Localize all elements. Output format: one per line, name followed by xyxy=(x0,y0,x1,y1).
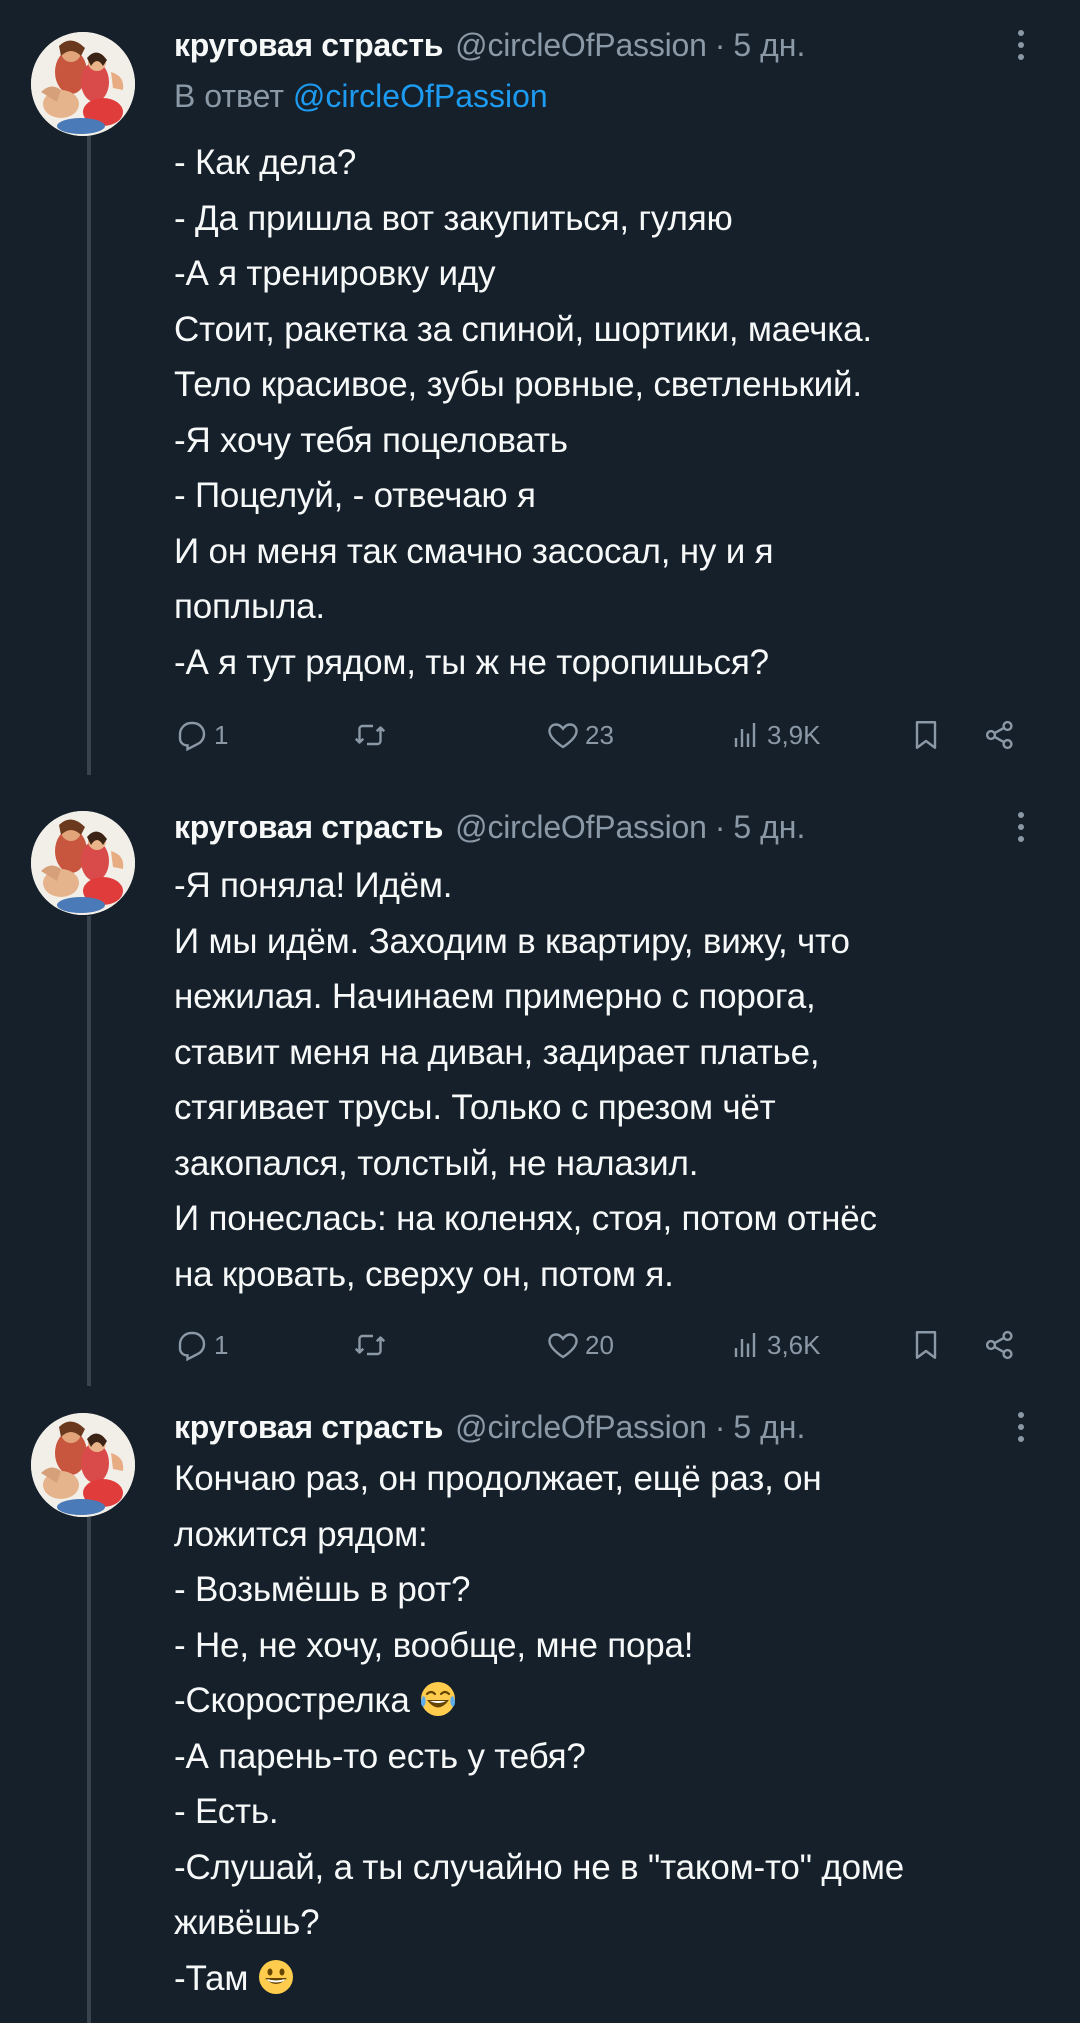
text-line: на кровать, сверху он, потом я. xyxy=(174,1254,674,1294)
author-handle[interactable]: @circleOfPassion xyxy=(455,809,707,846)
reply-button[interactable]: 1 xyxy=(174,1325,228,1365)
text-line: И он меня так смачно засосал, ну и я xyxy=(174,531,774,571)
text-line: Кончаю раз, он продолжает, ещё раз, он xyxy=(174,1459,822,1498)
separator-dot: · xyxy=(714,26,726,63)
text-line: ставит меня на диван, задирает платье, xyxy=(174,1032,820,1072)
tweet-header: круговая страсть @circleOfPassion · 5 дн… xyxy=(174,1402,1080,1452)
like-count: 20 xyxy=(585,1329,614,1360)
retweet-icon xyxy=(354,724,386,746)
reply-context: В ответ @circleOfPassion xyxy=(174,78,548,115)
face-with-tears-of-joy-icon xyxy=(420,1682,455,1716)
share-icon xyxy=(985,1330,1013,1360)
tweet[interactable]: круговая страсть @circleOfPassion · 5 дн… xyxy=(0,1390,1080,2023)
text-line: -Там xyxy=(174,1951,1034,2007)
avatar[interactable] xyxy=(31,1413,135,1517)
action-bar: 1 20 3,6K xyxy=(174,1325,1034,1365)
timestamp[interactable]: 5 дн. xyxy=(733,809,805,846)
retweet-icon xyxy=(354,1334,386,1356)
bookmark-icon xyxy=(915,1331,937,1359)
text-line: нежилая. Начинаем примерно с порога, xyxy=(174,977,816,1016)
bookmark-icon xyxy=(915,721,937,749)
text-line: -Я хочу тебя поцеловать xyxy=(174,420,568,460)
text-line: - Как дела? xyxy=(174,143,357,182)
tweet-text: - Как дела? - Да пришла вот закупиться, … xyxy=(174,135,1034,690)
tweet-header: круговая страсть @circleOfPassion · 5 дн… xyxy=(174,20,1080,70)
tweet[interactable]: круговая страсть @circleOfPassion · 5 дн… xyxy=(0,0,1080,790)
timestamp[interactable]: 5 дн. xyxy=(733,1409,805,1446)
views-button[interactable]: 3,9K xyxy=(727,715,821,755)
like-button[interactable]: 23 xyxy=(545,715,614,755)
retweet-button[interactable] xyxy=(352,1325,388,1365)
text-segment: -Скорострелка xyxy=(174,1681,410,1720)
more-icon[interactable] xyxy=(1016,1407,1026,1447)
text-line: -А я тут рядом, ты ж не торопишься? xyxy=(174,642,769,682)
grinning-face-icon xyxy=(259,1959,294,1994)
tweet-text: Кончаю раз, он продолжает, ещё раз, он л… xyxy=(174,1451,1034,2006)
reply-count: 1 xyxy=(214,719,229,750)
text-line: живёшь? xyxy=(174,1903,320,1942)
views-button[interactable]: 3,6K xyxy=(727,1325,821,1365)
text-line: -Я поняла! Идём. xyxy=(174,866,453,905)
retweet-button[interactable] xyxy=(352,715,388,755)
more-icon[interactable] xyxy=(1016,25,1026,65)
bookmark-button[interactable] xyxy=(908,715,944,755)
reply-icon xyxy=(178,721,206,752)
reply-count: 1 xyxy=(214,1329,229,1360)
author-handle[interactable]: @circleOfPassion xyxy=(455,27,707,64)
reply-button[interactable]: 1 xyxy=(174,715,228,755)
tweet-text: -Я поняла! Идём. И мы идём. Заходим в кв… xyxy=(174,858,1034,1302)
action-bar: 1 23 3,9K xyxy=(174,715,1034,755)
text-line: - Возьмёшь в рот? xyxy=(174,1570,471,1609)
heart-icon xyxy=(548,1333,578,1359)
avatar[interactable] xyxy=(31,811,135,915)
heart-icon xyxy=(548,723,578,749)
share-icon xyxy=(985,720,1013,750)
text-line: -А парень-то есть у тебя? xyxy=(174,1736,586,1776)
views-icon xyxy=(734,1333,756,1357)
text-line: - Не, не хочу, вообще, мне пора! xyxy=(174,1625,694,1665)
text-line: -Скорострелка xyxy=(174,1673,1034,1729)
text-line: Стоит, ракетка за спиной, шортики, маечк… xyxy=(174,309,872,349)
text-line: И мы идём. Заходим в квартиру, вижу, что xyxy=(174,921,850,961)
reply-mention-link[interactable]: @circleOfPassion xyxy=(293,78,548,114)
bookmark-button[interactable] xyxy=(908,1325,944,1365)
share-button[interactable] xyxy=(982,715,1018,755)
like-count: 23 xyxy=(585,719,614,750)
tweet[interactable]: круговая страсть @circleOfPassion · 5 дн… xyxy=(0,790,1080,1390)
text-line: ложится рядом: xyxy=(174,1514,428,1554)
text-line: стягивает трусы. Только с презом чёт xyxy=(174,1088,776,1127)
views-count: 3,6K xyxy=(767,1329,821,1360)
text-line: закопался, толстый, не налазил. xyxy=(174,1143,699,1183)
text-line: И понеслась: на коленях, стоя, потом отн… xyxy=(174,1199,877,1238)
text-line: поплыла. xyxy=(174,587,325,626)
reply-prefix: В ответ xyxy=(174,78,285,114)
reply-icon xyxy=(178,1331,206,1362)
views-count: 3,9K xyxy=(767,719,821,750)
views-icon xyxy=(734,723,756,747)
timestamp[interactable]: 5 дн. xyxy=(733,27,805,64)
more-icon[interactable] xyxy=(1016,807,1026,847)
author-name[interactable]: круговая страсть xyxy=(174,1409,443,1446)
text-line: Тело красивое, зубы ровные, светленький. xyxy=(174,365,862,404)
text-line: - Да пришла вот закупиться, гуляю xyxy=(174,198,733,238)
separator-dot: · xyxy=(714,808,726,845)
text-segment: -Там xyxy=(174,1958,249,1998)
separator-dot: · xyxy=(714,1408,726,1445)
text-line: - Есть. xyxy=(174,1792,279,1831)
author-handle[interactable]: @circleOfPassion xyxy=(455,1409,707,1446)
text-line: -Слушай, а ты случайно не в "таком-то" д… xyxy=(174,1847,905,1887)
tweet-header: круговая страсть @circleOfPassion · 5 дн… xyxy=(174,802,1080,852)
text-line: - Поцелуй, - отвечаю я xyxy=(174,476,536,515)
share-button[interactable] xyxy=(982,1325,1018,1365)
like-button[interactable]: 20 xyxy=(545,1325,614,1365)
author-name[interactable]: круговая страсть xyxy=(174,27,443,64)
text-line: -А я тренировку иду xyxy=(174,254,496,293)
author-name[interactable]: круговая страсть xyxy=(174,809,443,846)
avatar[interactable] xyxy=(31,32,135,136)
